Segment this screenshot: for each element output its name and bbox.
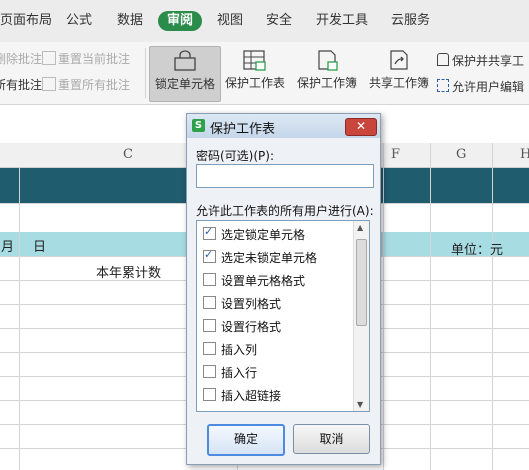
- ribbon-divider: [145, 48, 146, 98]
- column-header-f[interactable]: F: [391, 147, 400, 162]
- password-input[interactable]: [196, 164, 374, 188]
- menu-data[interactable]: 数据: [117, 11, 143, 31]
- option-insert-columns[interactable]: 插入列: [203, 341, 257, 359]
- dialog-titlebar[interactable]: S 保护工作表 ✕: [187, 114, 380, 138]
- protect-sheet-icon: [243, 50, 266, 71]
- delete-comment-button[interactable]: 删除批注: [0, 50, 42, 67]
- protect-workbook-icon: [318, 50, 338, 71]
- password-label: 密码(可选)(P):: [196, 149, 275, 163]
- protect-and-share-button[interactable]: 保护并共享工: [437, 52, 524, 69]
- gridline: [492, 143, 493, 470]
- wps-sheet-icon: S: [192, 119, 205, 132]
- close-button[interactable]: ✕: [345, 118, 377, 136]
- protect-sheet-button[interactable]: 保护工作表: [222, 46, 288, 100]
- scroll-thumb[interactable]: [356, 239, 367, 326]
- menu-page-layout[interactable]: 页面布局: [0, 11, 52, 31]
- ok-button[interactable]: 确定: [207, 424, 285, 456]
- option-format-rows[interactable]: 设置行格式: [203, 318, 281, 336]
- scroll-up-icon[interactable]: ▲: [357, 223, 363, 232]
- menu-formulas[interactable]: 公式: [66, 11, 92, 31]
- lock-icon: [437, 53, 449, 66]
- allow-users-edit-button[interactable]: 允许用户编辑: [437, 78, 524, 95]
- lock-icon: [174, 50, 196, 71]
- cell-month[interactable]: 月: [1, 236, 14, 255]
- comment-icon: [42, 51, 56, 65]
- reset-current-comment-button[interactable]: 重置当前批注: [42, 50, 130, 67]
- ribbon: 删除批注 重置当前批注 所有批注 重置所有批注 锁定单元格 保护工作表 保护工作…: [0, 42, 529, 105]
- share-workbook-button[interactable]: 共享工作簿: [366, 46, 432, 100]
- cell-unit[interactable]: 单位：元: [451, 239, 503, 258]
- comment-icon: [42, 77, 56, 91]
- checkbox[interactable]: [203, 388, 216, 401]
- gridline: [383, 143, 384, 470]
- checkbox[interactable]: [203, 319, 216, 332]
- checkbox[interactable]: [203, 273, 216, 286]
- column-header-g[interactable]: G: [456, 147, 466, 162]
- menu-view[interactable]: 视图: [217, 11, 243, 31]
- gridline: [430, 143, 431, 470]
- lock-cell-button[interactable]: 锁定单元格: [149, 46, 221, 102]
- option-format-columns[interactable]: 设置列格式: [203, 295, 281, 313]
- checkbox[interactable]: [203, 248, 216, 263]
- allow-label: 允许此工作表的所有用户进行(A):: [196, 204, 374, 218]
- dialog-title: 保护工作表: [210, 122, 276, 137]
- menu-developer[interactable]: 开发工具: [316, 11, 368, 31]
- scroll-down-icon[interactable]: ▼: [357, 400, 363, 409]
- option-insert-hyperlinks[interactable]: 插入超链接: [203, 387, 281, 405]
- menu-cloud[interactable]: 云服务: [391, 11, 430, 31]
- edit-range-icon: [437, 79, 449, 92]
- protect-sheet-dialog: S 保护工作表 ✕ 密码(可选)(P): 允许此工作表的所有用户进行(A): 选…: [186, 113, 381, 465]
- column-header-c[interactable]: C: [123, 147, 133, 162]
- protect-workbook-button[interactable]: 保护工作簿: [294, 46, 360, 100]
- menu-bar: 页面布局 公式 数据 审阅 视图 安全 开发工具 云服务: [0, 0, 529, 42]
- share-workbook-icon: [390, 50, 408, 70]
- list-scrollbar[interactable]: ▲ ▼: [353, 221, 369, 411]
- reset-all-comments-button[interactable]: 重置所有批注: [42, 76, 130, 93]
- option-insert-rows[interactable]: 插入行: [203, 364, 257, 382]
- cell-day[interactable]: 日: [33, 236, 46, 255]
- menu-review[interactable]: 审阅: [158, 11, 203, 31]
- menu-security[interactable]: 安全: [266, 11, 292, 31]
- checkbox[interactable]: [203, 342, 216, 355]
- permission-list[interactable]: 选定锁定单元格 选定未锁定单元格 设置单元格格式 设置列格式 设置行格式 插入列…: [196, 220, 370, 412]
- option-format-cells[interactable]: 设置单元格格式: [203, 272, 305, 290]
- checkbox[interactable]: [203, 296, 216, 309]
- cancel-button[interactable]: 取消: [293, 424, 370, 454]
- checkbox[interactable]: [203, 225, 216, 240]
- option-select-locked-cells[interactable]: 选定锁定单元格: [203, 225, 305, 244]
- option-select-unlocked-cells[interactable]: 选定未锁定单元格: [203, 248, 317, 267]
- cell-cumulative[interactable]: 本年累计数: [96, 262, 161, 281]
- checkbox[interactable]: [203, 365, 216, 378]
- column-header-h[interactable]: H: [520, 147, 529, 162]
- show-all-comments-button[interactable]: 所有批注: [0, 76, 42, 93]
